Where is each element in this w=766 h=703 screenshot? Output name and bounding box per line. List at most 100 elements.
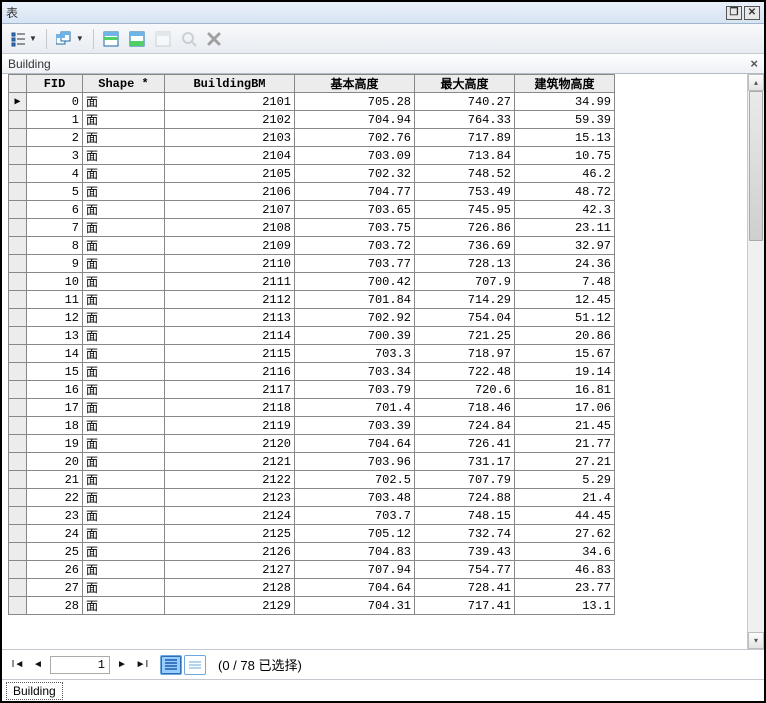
- cell[interactable]: 面: [83, 525, 165, 543]
- cell[interactable]: 732.74: [415, 525, 515, 543]
- row-selector[interactable]: [9, 291, 27, 309]
- cell[interactable]: 705.12: [295, 525, 415, 543]
- table-row[interactable]: 17面2118701.4718.4617.06: [9, 399, 615, 417]
- cell[interactable]: 2115: [165, 345, 295, 363]
- cell[interactable]: 707.9: [415, 273, 515, 291]
- cell[interactable]: 728.41: [415, 579, 515, 597]
- cell[interactable]: 2109: [165, 237, 295, 255]
- cell[interactable]: 2118: [165, 399, 295, 417]
- table-row[interactable]: 1面2102704.94764.3359.39: [9, 111, 615, 129]
- cell[interactable]: 面: [83, 471, 165, 489]
- cell[interactable]: 2122: [165, 471, 295, 489]
- cell[interactable]: 2121: [165, 453, 295, 471]
- column-header-shape[interactable]: Shape *: [83, 75, 165, 93]
- prev-record-button[interactable]: ◄: [30, 657, 46, 673]
- table-row[interactable]: 7面2108703.75726.8623.11: [9, 219, 615, 237]
- table-options-button[interactable]: ▼: [8, 29, 40, 49]
- cell[interactable]: 748.52: [415, 165, 515, 183]
- cell[interactable]: 34.6: [515, 543, 615, 561]
- cell[interactable]: 726.86: [415, 219, 515, 237]
- column-header-max-height[interactable]: 最大高度: [415, 75, 515, 93]
- cell[interactable]: 3: [27, 147, 83, 165]
- table-row[interactable]: 18面2119703.39724.8421.45: [9, 417, 615, 435]
- cell[interactable]: 16.81: [515, 381, 615, 399]
- cell[interactable]: 面: [83, 363, 165, 381]
- cell[interactable]: 13.1: [515, 597, 615, 615]
- cell[interactable]: 5: [27, 183, 83, 201]
- table-row[interactable]: 14面2115703.3718.9715.67: [9, 345, 615, 363]
- cell[interactable]: 700.42: [295, 273, 415, 291]
- cell[interactable]: 703.96: [295, 453, 415, 471]
- row-selector[interactable]: [9, 255, 27, 273]
- cell[interactable]: 704.31: [295, 597, 415, 615]
- cell[interactable]: 2112: [165, 291, 295, 309]
- cell[interactable]: 2106: [165, 183, 295, 201]
- cell[interactable]: 51.12: [515, 309, 615, 327]
- table-row[interactable]: 21面2122702.5707.795.29: [9, 471, 615, 489]
- cell[interactable]: 2123: [165, 489, 295, 507]
- show-all-records-button[interactable]: [160, 655, 182, 675]
- cell[interactable]: 21.45: [515, 417, 615, 435]
- table-row[interactable]: 10面2111700.42707.97.48: [9, 273, 615, 291]
- cell[interactable]: 20: [27, 453, 83, 471]
- cell[interactable]: 703.75: [295, 219, 415, 237]
- row-selector[interactable]: [9, 525, 27, 543]
- cell[interactable]: 14: [27, 345, 83, 363]
- cell[interactable]: 753.49: [415, 183, 515, 201]
- cell[interactable]: 7.48: [515, 273, 615, 291]
- cell[interactable]: 704.94: [295, 111, 415, 129]
- row-selector[interactable]: [9, 147, 27, 165]
- cell[interactable]: 46.83: [515, 561, 615, 579]
- cell[interactable]: 705.28: [295, 93, 415, 111]
- table-row[interactable]: 6面2107703.65745.9542.3: [9, 201, 615, 219]
- cell[interactable]: 703.7: [295, 507, 415, 525]
- cell[interactable]: 718.46: [415, 399, 515, 417]
- cell[interactable]: 面: [83, 453, 165, 471]
- row-selector[interactable]: [9, 111, 27, 129]
- cell[interactable]: 702.76: [295, 129, 415, 147]
- delete-selection-button[interactable]: [204, 30, 224, 48]
- cell[interactable]: 面: [83, 147, 165, 165]
- cell[interactable]: 2102: [165, 111, 295, 129]
- cell[interactable]: 722.48: [415, 363, 515, 381]
- cell[interactable]: 面: [83, 201, 165, 219]
- cell[interactable]: 701.84: [295, 291, 415, 309]
- row-selector[interactable]: [9, 219, 27, 237]
- cell[interactable]: 面: [83, 273, 165, 291]
- cell[interactable]: 2116: [165, 363, 295, 381]
- table-row[interactable]: 22面2123703.48724.8821.4: [9, 489, 615, 507]
- row-selector[interactable]: [9, 165, 27, 183]
- cell[interactable]: 764.33: [415, 111, 515, 129]
- cell[interactable]: 2127: [165, 561, 295, 579]
- cell[interactable]: 728.13: [415, 255, 515, 273]
- cell[interactable]: 700.39: [295, 327, 415, 345]
- attribute-table[interactable]: FID Shape * BuildingBM 基本高度 最大高度 建筑物高度 ▶…: [8, 74, 615, 615]
- cell[interactable]: 703.79: [295, 381, 415, 399]
- cell[interactable]: 2111: [165, 273, 295, 291]
- cell[interactable]: 2108: [165, 219, 295, 237]
- cell[interactable]: 739.43: [415, 543, 515, 561]
- cell[interactable]: 703.72: [295, 237, 415, 255]
- cell[interactable]: 2129: [165, 597, 295, 615]
- cell[interactable]: 面: [83, 489, 165, 507]
- row-selector[interactable]: [9, 579, 27, 597]
- cell[interactable]: 702.32: [295, 165, 415, 183]
- cell[interactable]: 10: [27, 273, 83, 291]
- cell[interactable]: 0: [27, 93, 83, 111]
- cell[interactable]: 704.64: [295, 579, 415, 597]
- cell[interactable]: 2128: [165, 579, 295, 597]
- table-row[interactable]: 3面2104703.09713.8410.75: [9, 147, 615, 165]
- cell[interactable]: 21.4: [515, 489, 615, 507]
- cell[interactable]: 面: [83, 291, 165, 309]
- cell[interactable]: 27.62: [515, 525, 615, 543]
- scroll-track[interactable]: [748, 91, 764, 632]
- cell[interactable]: 2124: [165, 507, 295, 525]
- cell[interactable]: 面: [83, 417, 165, 435]
- column-header-buildingbm[interactable]: BuildingBM: [165, 75, 295, 93]
- row-selector[interactable]: [9, 597, 27, 615]
- cell[interactable]: 740.27: [415, 93, 515, 111]
- cell[interactable]: 面: [83, 399, 165, 417]
- cell[interactable]: 面: [83, 219, 165, 237]
- first-record-button[interactable]: I◄: [10, 657, 26, 673]
- cell[interactable]: 6: [27, 201, 83, 219]
